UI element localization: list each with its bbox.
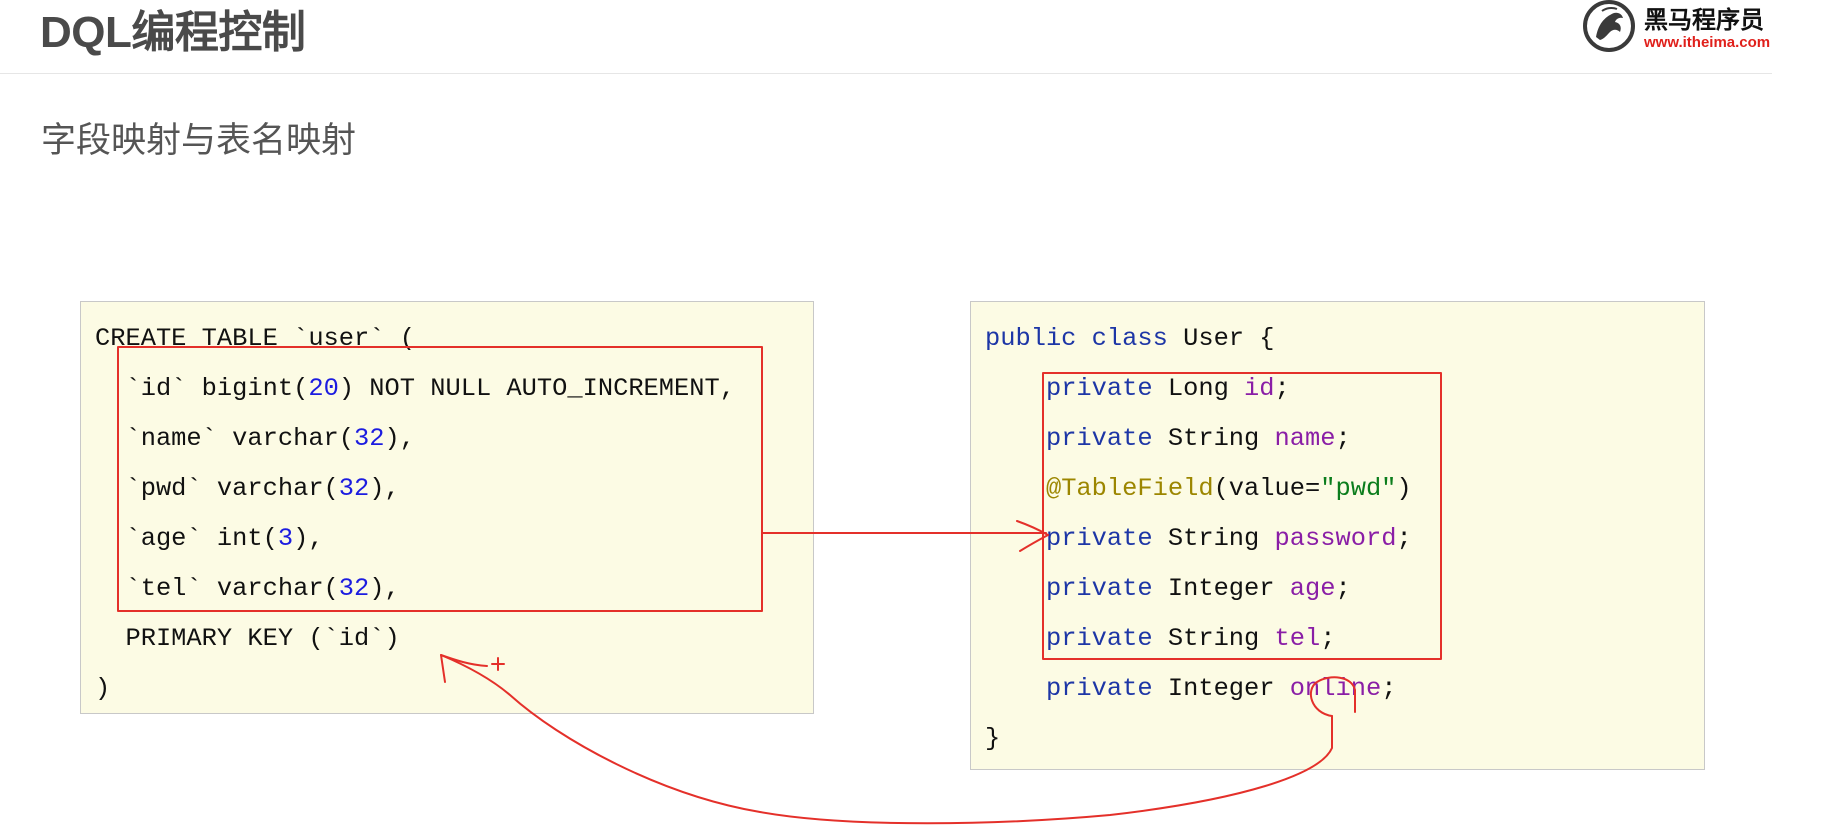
code-token: private — [1045, 624, 1153, 653]
sql-code-line: `name` varchar(32), — [95, 414, 813, 464]
sql-code-line: `age` int(3), — [95, 514, 813, 564]
java-code-line: public class User { — [985, 314, 1704, 364]
code-token: name — [1274, 424, 1336, 453]
code-token: String — [1152, 424, 1275, 453]
code-token: ; — [1335, 424, 1351, 453]
code-token: private — [1045, 424, 1153, 453]
java-code-line: } — [985, 714, 1704, 764]
java-code-line: @TableField(value="pwd") — [985, 464, 1704, 514]
code-token: `tel` varchar( — [95, 574, 339, 603]
slide: DQL编程控制 黑马程序员 www.itheima.com 字段映射与表名映射 … — [0, 0, 1825, 834]
page-title: DQL编程控制 — [40, 8, 306, 57]
java-code-panel: public class User { private Long id; pri… — [970, 301, 1705, 770]
sql-code-line: ) — [95, 664, 813, 713]
code-token: ), — [369, 474, 400, 503]
code-token: 20 — [308, 374, 339, 403]
code-token: 32 — [338, 574, 370, 603]
sql-code-line: CREATE TABLE `user` ( — [95, 314, 813, 364]
brand-website: www.itheima.com — [1644, 34, 1771, 51]
code-token: CREATE TABLE `user` ( — [95, 324, 415, 353]
java-code-line: private String name; — [985, 414, 1704, 464]
code-token: "pwd" — [1320, 474, 1397, 503]
code-token: ; — [1396, 524, 1412, 553]
section-subtitle: 字段映射与表名映射 — [41, 121, 357, 161]
code-token: ), — [369, 574, 400, 603]
java-code-line: private Integer online; — [985, 664, 1704, 714]
code-token: private — [1045, 574, 1153, 603]
code-token: (value= — [1213, 474, 1321, 503]
code-token: ) NOT NULL AUTO_INCREMENT, — [338, 374, 735, 403]
code-token: class — [1091, 324, 1168, 353]
brand-name: 黑马程序员 — [1644, 6, 1764, 34]
code-token: ) — [1396, 474, 1412, 503]
code-token: @TableField — [1045, 474, 1214, 503]
code-token: ; — [1381, 674, 1397, 703]
code-token: `age` int( — [95, 524, 278, 553]
code-token: private — [1045, 524, 1153, 553]
sql-code-line: PRIMARY KEY (`id`) — [95, 614, 813, 664]
code-token: 3 — [277, 524, 294, 553]
code-token: age — [1289, 574, 1336, 603]
header-divider — [0, 73, 1772, 74]
sql-code-line: `tel` varchar(32), — [95, 564, 813, 614]
sql-code-line: `pwd` varchar(32), — [95, 464, 813, 514]
horse-logo-icon — [1582, 0, 1636, 53]
sql-code-panel: CREATE TABLE `user` ( `id` bigint(20) NO… — [80, 301, 814, 714]
code-token: PRIMARY KEY (`id`) — [95, 624, 400, 653]
code-token: 32 — [354, 424, 385, 453]
code-token: Integer — [1152, 574, 1290, 603]
code-token: id — [1244, 374, 1275, 403]
java-code-line: private String password; — [985, 514, 1704, 564]
java-code-line: private Integer age; — [985, 564, 1704, 614]
code-token: String — [1152, 524, 1275, 553]
code-token: online — [1289, 674, 1382, 703]
code-token: private — [1045, 374, 1153, 403]
code-token: String — [1152, 624, 1275, 653]
code-token: ; — [1320, 624, 1336, 653]
code-token: `id` bigint( — [95, 374, 309, 403]
code-token: ) — [95, 674, 111, 703]
code-token: ; — [1274, 374, 1290, 403]
sql-code-line: `id` bigint(20) NOT NULL AUTO_INCREMENT, — [95, 364, 813, 414]
code-token: 32 — [338, 474, 370, 503]
java-code-line: private Long id; — [985, 364, 1704, 414]
code-token: Integer — [1152, 674, 1290, 703]
code-token: `pwd` varchar( — [95, 474, 339, 503]
code-token: public — [985, 324, 1077, 353]
code-token: private — [1045, 674, 1153, 703]
code-token: tel — [1274, 624, 1321, 653]
code-token: User { — [1167, 324, 1275, 353]
code-token: Long — [1152, 374, 1245, 403]
code-token: } — [985, 724, 1001, 753]
code-token: ; — [1335, 574, 1351, 603]
code-token: password — [1274, 524, 1397, 553]
code-token: ), — [293, 524, 324, 553]
java-code-line: private String tel; — [985, 614, 1704, 664]
code-token: `name` varchar( — [95, 424, 355, 453]
code-token: ), — [384, 424, 415, 453]
